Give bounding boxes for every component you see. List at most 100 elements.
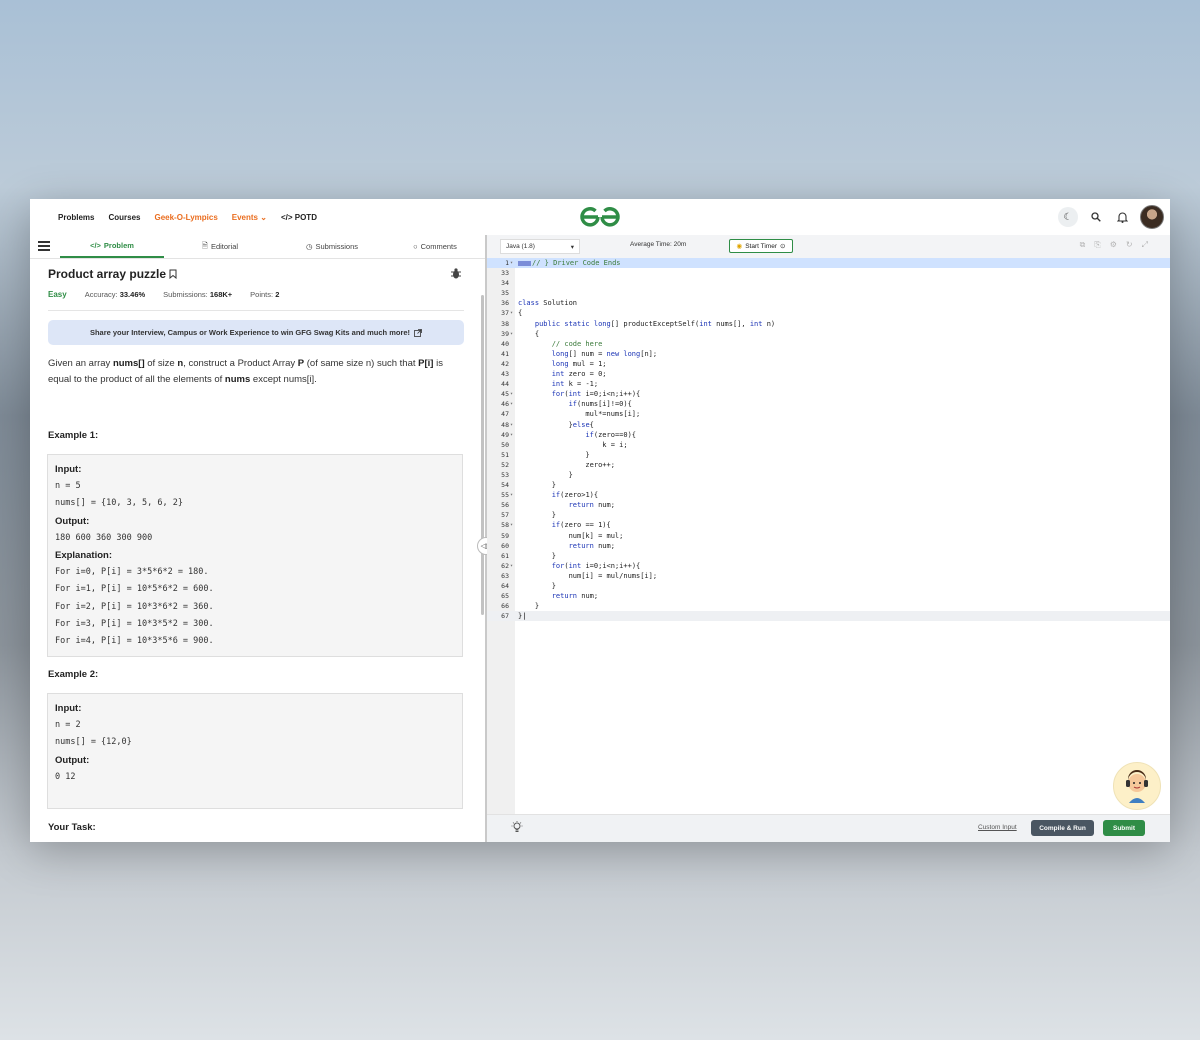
code-line[interactable]: 65 return num;: [487, 591, 1170, 601]
search-icon[interactable]: [1088, 207, 1104, 227]
code-line[interactable]: 44 int k = -1;: [487, 379, 1170, 389]
code-token: num[k] = mul;: [518, 531, 624, 540]
comment-icon: ○: [413, 242, 418, 251]
code-line[interactable]: 47 mul*=nums[i];: [487, 409, 1170, 419]
chatbot-avatar-icon[interactable]: [1113, 762, 1161, 810]
fold-toggle-icon[interactable]: ▾: [510, 561, 513, 571]
code-token: mul = 1;: [568, 359, 607, 368]
code-line[interactable]: 66 }: [487, 601, 1170, 611]
code-line[interactable]: 40 // code here: [487, 339, 1170, 349]
nav-courses[interactable]: Courses: [108, 213, 140, 222]
start-timer-button[interactable]: ◉ Start Timer ⊙: [729, 239, 793, 253]
nav-geek-o-lympics[interactable]: Geek-O-Lympics: [154, 213, 217, 222]
code-text: int k = -1;: [518, 379, 598, 389]
code-text: if(zero == 1){: [518, 520, 611, 530]
fold-toggle-icon[interactable]: ▾: [510, 389, 513, 399]
scrollbar[interactable]: [481, 295, 484, 615]
line-number: 47: [501, 410, 509, 419]
code-line[interactable]: 50 k = i;: [487, 440, 1170, 450]
submit-button[interactable]: Submit: [1103, 820, 1145, 836]
settings-icon[interactable]: ⚙: [1110, 240, 1117, 250]
share-experience-banner[interactable]: Share your Interview, Campus or Work Exp…: [48, 320, 464, 345]
gfg-logo[interactable]: [578, 205, 622, 229]
code-line[interactable]: 56 return num;: [487, 500, 1170, 510]
code-line[interactable]: 36 class Solution: [487, 298, 1170, 308]
code-line[interactable]: 62 ▾ for(int i=0;i<n;i++){: [487, 561, 1170, 571]
code-line[interactable]: 60 return num;: [487, 541, 1170, 551]
refresh-icon[interactable]: ↻: [1126, 240, 1133, 250]
folded-region-marker[interactable]: [518, 260, 531, 266]
code-line[interactable]: 37 ▾ {: [487, 308, 1170, 318]
code-line[interactable]: 53 }: [487, 470, 1170, 480]
code-token: i=0;i<n;i++){: [581, 390, 641, 399]
code-token: (nums[i]!=0){: [577, 400, 632, 409]
code-line[interactable]: 59 num[k] = mul;: [487, 531, 1170, 541]
code-line[interactable]: 42 long mul = 1;: [487, 359, 1170, 369]
moon-icon[interactable]: ☾: [1058, 207, 1078, 227]
language-select[interactable]: Java (1.8) ▾: [500, 239, 580, 254]
fold-toggle-icon[interactable]: ▾: [510, 329, 513, 339]
copy-icon[interactable]: ⧉: [1080, 240, 1086, 250]
nav-events[interactable]: Events ⌄: [232, 213, 267, 222]
bell-icon[interactable]: [1114, 207, 1130, 227]
fold-toggle-icon[interactable]: ▾: [510, 399, 513, 409]
code-line[interactable]: 51 }: [487, 450, 1170, 460]
custom-input-link[interactable]: Custom Input: [978, 824, 1017, 831]
code-line[interactable]: 52 zero++;: [487, 460, 1170, 470]
fold-toggle-icon[interactable]: ▾: [510, 308, 513, 318]
compile-run-button[interactable]: Compile & Run: [1031, 820, 1094, 836]
code-line[interactable]: 46 ▾ if(nums[i]!=0){: [487, 399, 1170, 409]
code-line[interactable]: 41 long[] num = new long[n];: [487, 349, 1170, 359]
fold-toggle-icon[interactable]: ▾: [510, 258, 513, 268]
fold-toggle-icon[interactable]: ▾: [510, 430, 513, 440]
code-line[interactable]: 1 ▾ // } Driver Code Ends: [487, 258, 1170, 269]
tab-comments[interactable]: ○ Comments: [385, 235, 485, 258]
code-line[interactable]: 61 }: [487, 551, 1170, 561]
code-line[interactable]: 45 ▾ for(int i=0;i<n;i++){: [487, 389, 1170, 399]
tab-submissions[interactable]: ◷ Submissions: [280, 235, 384, 258]
fold-toggle-icon[interactable]: ▾: [510, 520, 513, 530]
code-line[interactable]: 49 ▾ if(zero==0){: [487, 430, 1170, 440]
code-line[interactable]: 43 int zero = 0;: [487, 369, 1170, 379]
code-line[interactable]: 38 public static long[] productExceptSel…: [487, 319, 1170, 329]
code-line[interactable]: 67}|: [487, 611, 1170, 622]
line-number: 40: [501, 339, 509, 348]
bug-icon[interactable]: [451, 268, 461, 282]
bookmark-icon[interactable]: [169, 269, 177, 280]
code-line[interactable]: 35: [487, 288, 1170, 298]
code-line[interactable]: 54 }: [487, 480, 1170, 490]
code-line[interactable]: 33: [487, 268, 1170, 278]
code-line[interactable]: 63 num[i] = mul/nums[i];: [487, 571, 1170, 581]
code-line[interactable]: 57 }: [487, 510, 1170, 520]
fold-toggle-icon[interactable]: ▾: [510, 490, 513, 500]
hamburger-menu-icon[interactable]: [38, 241, 50, 251]
code-keyword: else: [572, 420, 590, 429]
fullscreen-icon[interactable]: ⤢: [1142, 240, 1148, 250]
code-token: }: [518, 481, 556, 490]
nav-problems[interactable]: Problems: [58, 213, 94, 222]
reset-icon[interactable]: ⎘: [1094, 240, 1100, 250]
code-line[interactable]: 55 ▾ if(zero>1){: [487, 490, 1170, 500]
fold-toggle-icon[interactable]: ▾: [510, 420, 513, 430]
nav-potd[interactable]: </> POTD: [281, 213, 317, 222]
code-line[interactable]: 39 ▾ {: [487, 329, 1170, 339]
avatar[interactable]: [1140, 205, 1164, 229]
code-line[interactable]: 64 }: [487, 581, 1170, 591]
tab-problem[interactable]: </> Problem: [60, 235, 164, 258]
example-line: For i=2, P[i] = 10*3*6*2 = 360.: [55, 601, 214, 612]
code-text: if(zero>1){: [518, 490, 598, 500]
code-line[interactable]: 34: [487, 278, 1170, 288]
tab-editorial[interactable]: 🗎 Editorial: [170, 235, 270, 258]
code-line[interactable]: 48 ▾ }else{: [487, 420, 1170, 430]
code-token: [n];: [640, 349, 658, 358]
code-line[interactable]: 58 ▾ if(zero == 1){: [487, 520, 1170, 530]
input-label: Input:: [55, 703, 82, 714]
play-icon: ⊙: [780, 243, 786, 250]
lightbulb-icon[interactable]: [511, 821, 523, 836]
code-editor[interactable]: 1 ▾// } Driver Code Ends 33 34 35 36 class Sol…: [487, 258, 1170, 814]
problem-title-row: Product array puzzle: [48, 267, 177, 281]
example-line: For i=3, P[i] = 10*3*5*2 = 300.: [55, 618, 214, 629]
